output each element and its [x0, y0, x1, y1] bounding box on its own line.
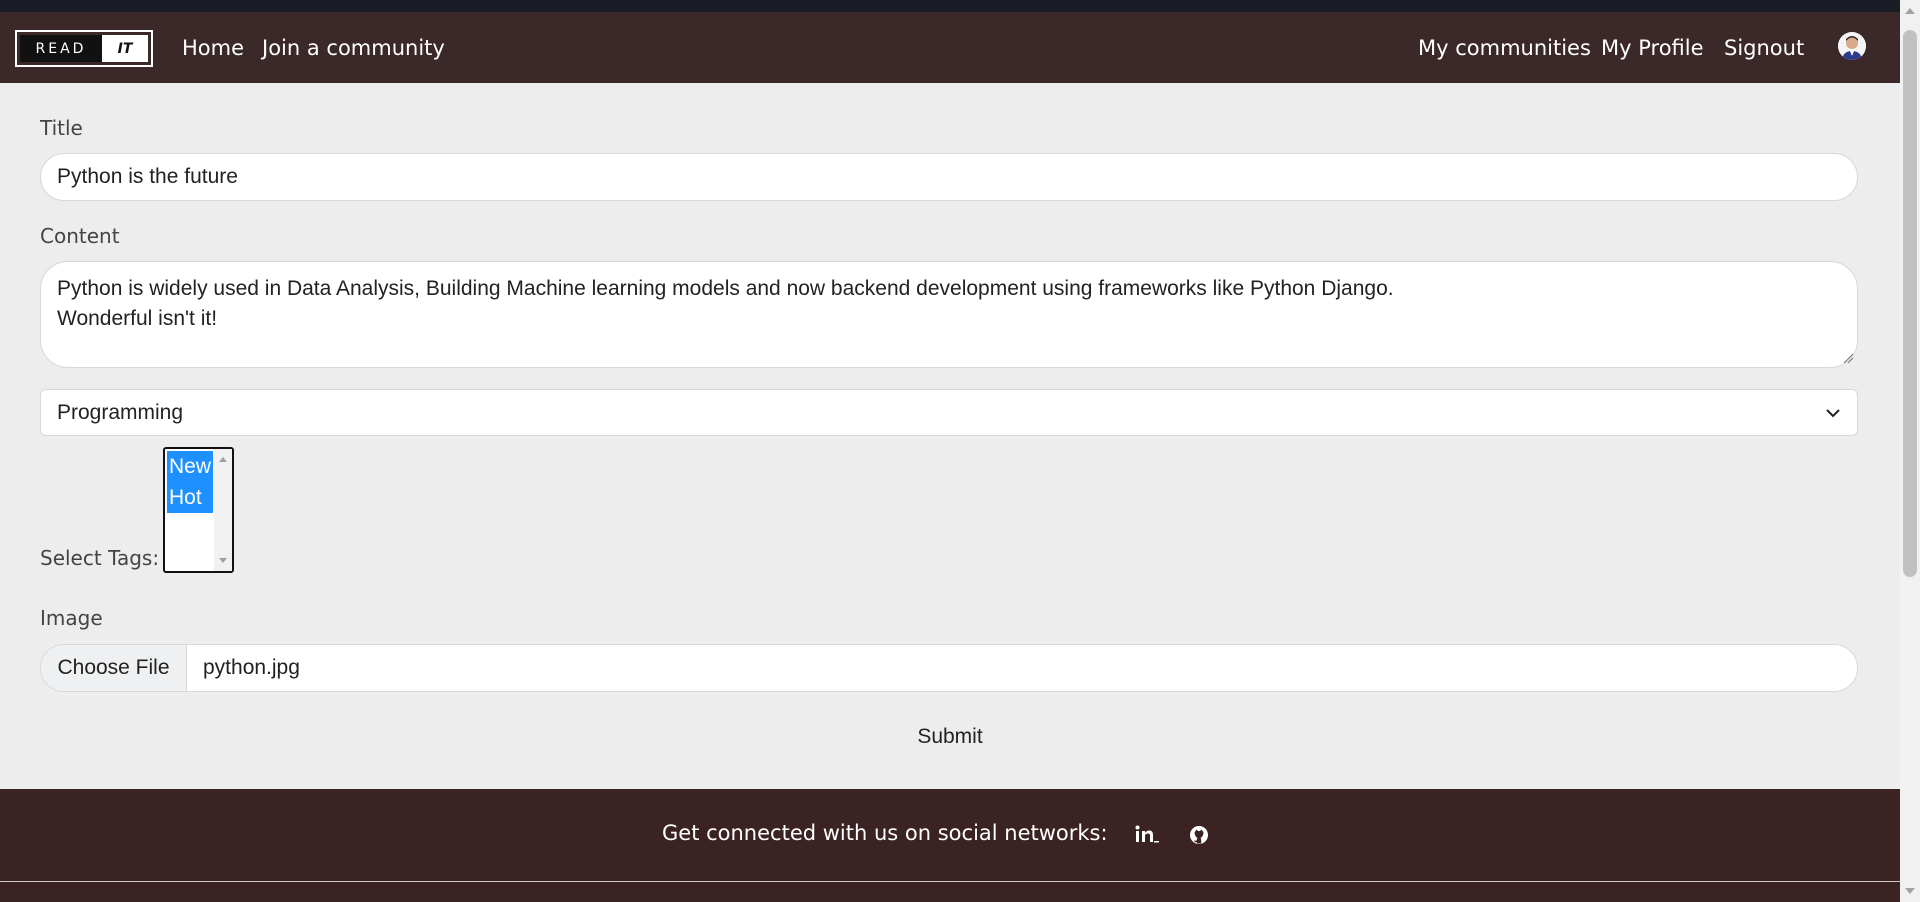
image-file-input[interactable]: Choose File python.jpg [40, 644, 1858, 692]
content-line-2: Wonderful isn't it! [57, 307, 218, 330]
tags-label: Select Tags: [40, 546, 160, 570]
nav-link-my-communities[interactable]: My communities [1418, 34, 1591, 62]
submit-button[interactable]: Submit [900, 720, 1000, 754]
tag-option-new[interactable]: New [167, 451, 213, 482]
browser-top-strip [0, 0, 1900, 12]
scroll-down-arrow-icon[interactable] [219, 558, 227, 563]
brand-logo-right: IT [102, 35, 148, 62]
title-label: Title [40, 116, 83, 140]
scroll-up-arrow-icon[interactable] [219, 457, 227, 462]
brand-logo-left: READ [20, 35, 102, 62]
nav-link-signout[interactable]: Signout [1724, 34, 1804, 62]
chevron-down-icon [1826, 408, 1840, 417]
resize-handle-icon[interactable] [1842, 352, 1854, 364]
community-select-value: Programming [57, 400, 184, 424]
page-scrollbar[interactable] [1900, 0, 1920, 902]
listbox-scrollbar[interactable] [214, 449, 232, 571]
file-name: python.jpg [203, 656, 300, 679]
nav-link-home[interactable]: Home [182, 34, 244, 62]
scroll-up-arrow-icon[interactable] [1905, 8, 1915, 14]
content-label: Content [40, 224, 120, 248]
footer-divider [0, 881, 1900, 882]
linkedin-icon[interactable] [1134, 822, 1160, 848]
title-input[interactable]: Python is the future [40, 153, 1858, 201]
user-avatar-icon [1838, 32, 1866, 60]
footer: Get connected with us on social networks… [0, 789, 1900, 902]
image-label: Image [40, 606, 103, 630]
tag-option-hot[interactable]: Hot [167, 482, 213, 513]
scroll-down-arrow-icon[interactable] [1905, 888, 1915, 894]
brand-logo[interactable]: READ IT [15, 30, 153, 67]
avatar[interactable] [1838, 32, 1866, 60]
footer-text: Get connected with us on social networks… [662, 821, 1108, 845]
nav-link-my-profile[interactable]: My Profile [1601, 34, 1704, 62]
content-textarea[interactable]: Python is widely used in Data Analysis, … [40, 261, 1858, 368]
navbar: READ IT Home Join a community My communi… [0, 12, 1900, 83]
scrollbar-thumb[interactable] [1903, 30, 1917, 577]
content-line-1: Python is widely used in Data Analysis, … [57, 277, 1394, 300]
choose-file-button[interactable]: Choose File [41, 645, 187, 691]
github-icon[interactable] [1186, 822, 1212, 848]
title-input-value: Python is the future [57, 165, 238, 188]
tags-listbox[interactable]: New Hot [163, 447, 234, 573]
brand-logo-inner: READ IT [20, 35, 148, 62]
nav-link-join-community[interactable]: Join a community [262, 34, 445, 62]
community-select[interactable]: Programming [40, 389, 1858, 436]
